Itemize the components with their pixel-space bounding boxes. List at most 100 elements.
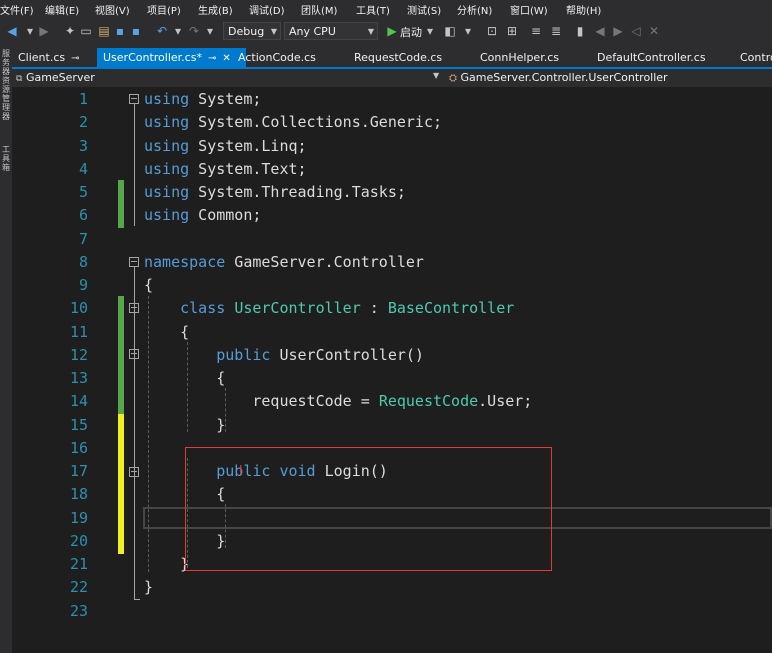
change-indicator-saved bbox=[118, 296, 124, 414]
code-token: { bbox=[144, 322, 190, 341]
collapse-icon[interactable] bbox=[129, 257, 139, 267]
clear-bookmarks-icon[interactable]: ✕ bbox=[646, 23, 662, 39]
collapse-icon[interactable] bbox=[129, 94, 139, 104]
open-folder-icon[interactable]: ▭ bbox=[78, 23, 94, 39]
close-icon[interactable]: ✕ bbox=[222, 53, 230, 64]
code-line[interactable]: using System.Threading.Tasks; bbox=[144, 183, 406, 201]
step-icon[interactable]: ⊞ bbox=[504, 23, 520, 39]
type-select[interactable]: ⛭ GameServer.Controller.UserController bbox=[449, 70, 769, 86]
code-token: using bbox=[144, 159, 190, 178]
save-all-icon[interactable]: ▪ bbox=[128, 23, 144, 39]
code-token: using bbox=[144, 206, 190, 225]
pin-icon[interactable]: ⊸ bbox=[71, 53, 79, 64]
line-number: 23 bbox=[69, 601, 88, 620]
menu-item-7[interactable]: 工具(T) bbox=[356, 2, 390, 17]
code-line[interactable]: } bbox=[144, 578, 153, 596]
line-number: 13 bbox=[69, 369, 88, 387]
attach-icon[interactable]: ◧ bbox=[442, 23, 458, 39]
start-icon[interactable]: ▶ bbox=[384, 23, 400, 39]
tab-label: RequestCode.cs bbox=[354, 51, 443, 64]
code-line[interactable]: } bbox=[144, 416, 225, 434]
save-icon[interactable]: ▪ bbox=[112, 23, 128, 39]
tab-conn-helper[interactable]: ConnHelper.cs bbox=[474, 48, 565, 67]
line-number: 9 bbox=[78, 276, 88, 294]
code-line[interactable]: { bbox=[144, 323, 189, 341]
code-token: { bbox=[144, 369, 226, 387]
outline-line bbox=[134, 267, 135, 600]
tab-default-controller[interactable]: DefaultController.cs bbox=[591, 48, 712, 67]
tab-request-code[interactable]: RequestCode.cs bbox=[348, 48, 448, 67]
code-line[interactable]: { bbox=[144, 276, 153, 294]
new-project-icon[interactable]: ✦ bbox=[62, 23, 78, 39]
chevron-down-icon[interactable]: ▼ bbox=[433, 71, 439, 80]
undo-icon[interactable]: ↶ bbox=[154, 23, 170, 39]
code-line[interactable]: { bbox=[144, 369, 225, 387]
tab-user-controller[interactable]: UserController.cs* ⊸ ✕ bbox=[97, 48, 246, 67]
platform-value: Any CPU bbox=[289, 25, 336, 38]
menu-item-4[interactable]: 生成(B) bbox=[198, 2, 233, 17]
toolbox-tab[interactable]: 工具箱 bbox=[0, 145, 12, 172]
tab-controller-overflow[interactable]: Contro bbox=[734, 48, 772, 67]
tab-action-code[interactable]: ActionCode.cs bbox=[232, 48, 322, 67]
prev-bookmark-icon[interactable]: ◀ bbox=[592, 23, 608, 39]
menu-item-10[interactable]: 窗口(W) bbox=[510, 2, 548, 17]
tab-client[interactable]: Client.cs ⊸ bbox=[12, 48, 86, 67]
code-token: : bbox=[360, 299, 388, 318]
menu-item-5[interactable]: 调试(D) bbox=[249, 2, 285, 17]
code-line[interactable]: requestCode = RequestCode.User; bbox=[144, 392, 532, 410]
menu-item-2[interactable]: 视图(V) bbox=[95, 2, 130, 17]
chevron-down-icon: ▼ bbox=[270, 27, 277, 36]
redo-dropdown-icon[interactable]: ▾ bbox=[202, 23, 218, 39]
menu-item-8[interactable]: 测试(S) bbox=[407, 2, 441, 17]
code-line[interactable]: namespace GameServer.Controller bbox=[144, 253, 424, 271]
menu-item-11[interactable]: 帮助(H) bbox=[566, 2, 601, 17]
code-line[interactable]: using System.Linq; bbox=[144, 137, 307, 155]
comment-icon[interactable]: ≡ bbox=[528, 23, 544, 39]
code-line[interactable]: using System.Text; bbox=[144, 160, 307, 178]
toolbar-options-icon[interactable]: ▾ bbox=[460, 23, 476, 39]
menu-item-1[interactable]: 编辑(E) bbox=[45, 2, 79, 17]
toolbar: ◀ ▾ ▶ ✦ ▭ ▤ ▪ ▪ ↶ ▾ ↷ ▾ Debug ▼ Any CPU … bbox=[0, 18, 772, 46]
menu-item-0[interactable]: 文件(F) bbox=[0, 2, 34, 17]
code-token: UserController() bbox=[270, 345, 424, 364]
code-line[interactable]: class UserController : BaseController bbox=[144, 299, 514, 317]
menu-item-3[interactable]: 项目(P) bbox=[147, 2, 181, 17]
code-token: using bbox=[144, 113, 190, 132]
bookmark-icon[interactable]: ▮ bbox=[572, 23, 588, 39]
browser-link-icon[interactable]: ⊡ bbox=[484, 23, 500, 39]
forward-icon[interactable]: ▶ bbox=[36, 23, 52, 39]
code-line[interactable]: } bbox=[144, 555, 189, 573]
back-icon[interactable]: ◀ bbox=[4, 23, 20, 39]
start-dropdown-icon[interactable]: ▾ bbox=[422, 23, 438, 39]
code-token: System.Text; bbox=[189, 159, 307, 178]
line-number: 2 bbox=[78, 113, 88, 132]
navigation-bar: ⧉ GameServer ▼ ⛭ GameServer.Controller.U… bbox=[12, 69, 772, 87]
menu-item-9[interactable]: 分析(N) bbox=[457, 2, 492, 17]
project-select[interactable]: ⧉ GameServer bbox=[16, 70, 446, 86]
tab-label: Client.cs bbox=[18, 51, 66, 64]
next-bookmark-icon[interactable]: ▶ bbox=[610, 23, 626, 39]
platform-select[interactable]: Any CPU ▼ bbox=[284, 22, 378, 40]
configuration-select[interactable]: Debug ▼ bbox=[223, 22, 281, 40]
line-number: 12 bbox=[69, 345, 88, 364]
open-file-icon[interactable]: ▤ bbox=[96, 23, 112, 39]
code-line[interactable]: using System.Collections.Generic; bbox=[144, 113, 442, 131]
code-line[interactable]: public UserController() bbox=[144, 346, 424, 364]
pin-icon[interactable]: ⊸ bbox=[208, 53, 216, 64]
start-button-label[interactable]: 启动 bbox=[400, 24, 422, 40]
redo-icon[interactable]: ↷ bbox=[186, 23, 202, 39]
code-token: using bbox=[144, 136, 190, 155]
undo-dropdown-icon[interactable]: ▾ bbox=[170, 23, 186, 39]
menu-item-6[interactable]: 团队(M) bbox=[301, 2, 337, 17]
configuration-value: Debug bbox=[228, 25, 265, 38]
code-token: using bbox=[144, 183, 190, 201]
code-line[interactable]: using Common; bbox=[144, 206, 261, 224]
code-line[interactable]: using System; bbox=[144, 90, 261, 108]
uncomment-icon[interactable]: ≣ bbox=[548, 23, 564, 39]
line-number: 22 bbox=[69, 578, 88, 597]
code-token: using bbox=[144, 90, 190, 108]
prev-bookmark-folder-icon[interactable]: ◁ bbox=[628, 23, 644, 39]
server-explorer-tab[interactable]: 服务器资源管理器 bbox=[0, 49, 12, 121]
line-number: 5 bbox=[78, 183, 88, 201]
